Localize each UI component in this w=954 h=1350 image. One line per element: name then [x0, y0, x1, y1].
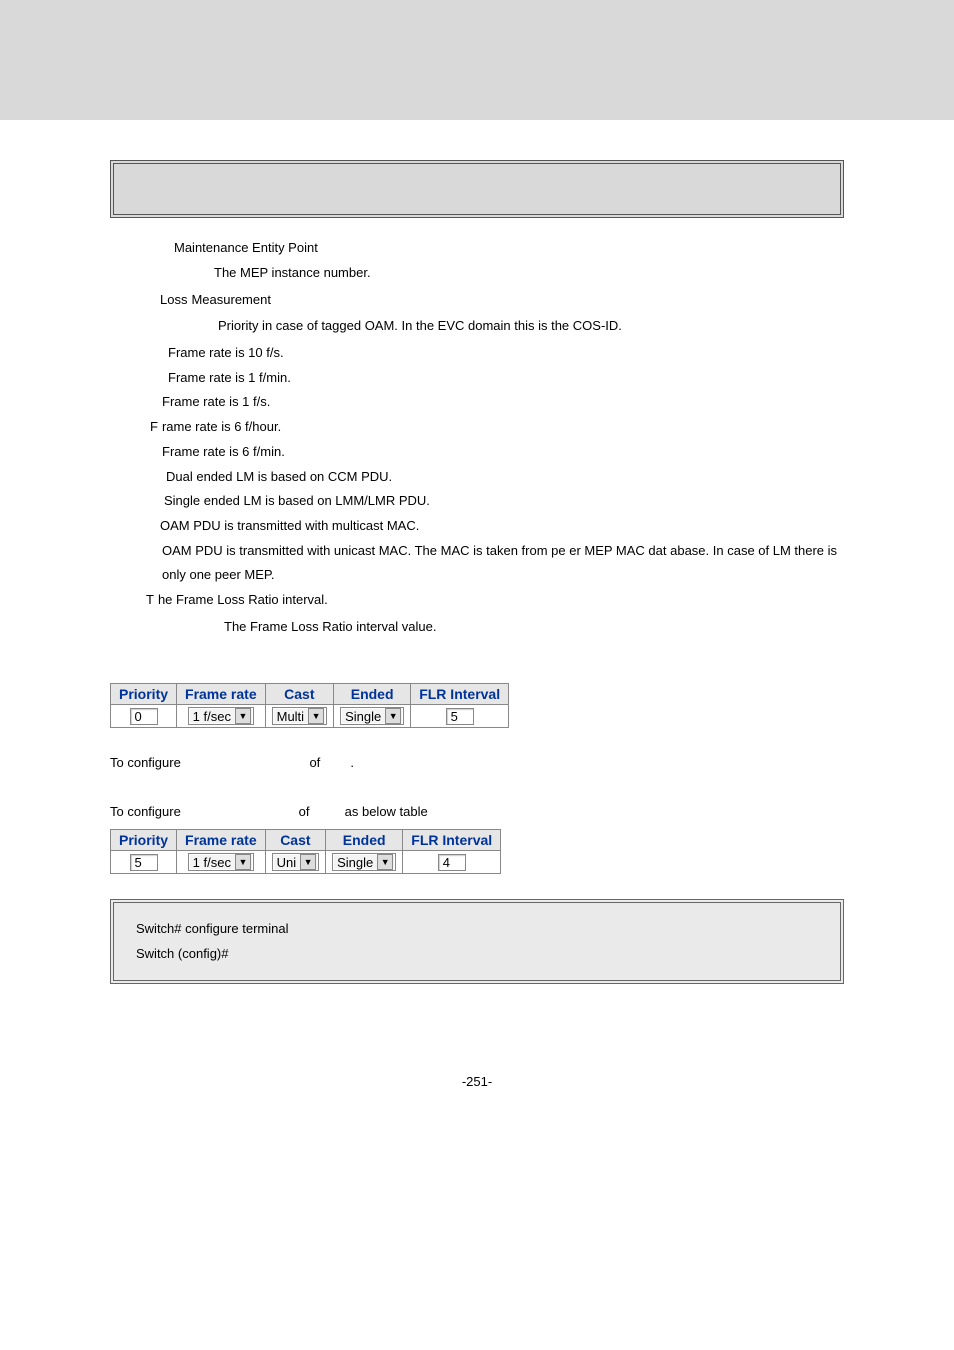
- def-desc: Frame rate is 1 f/min.: [168, 366, 291, 391]
- def-term: fr1s: [110, 390, 162, 415]
- priority-input[interactable]: 0: [130, 708, 158, 725]
- page-number: -251-: [110, 1074, 844, 1089]
- caption-2: To configure Loss Measurement of MEP as …: [110, 802, 844, 823]
- definitions-block: MEP Maintenance Entity Point inst The ME…: [110, 238, 844, 637]
- def-fr10s: fr10s Frame rate is 10 f/s.: [110, 341, 844, 366]
- def-desc: Single ended LM is based on LMM/LMR PDU.: [164, 489, 430, 514]
- th-cast: Cast: [265, 830, 326, 851]
- th-ended: Ended: [334, 684, 411, 705]
- cast-select[interactable]: Multi▼: [272, 707, 327, 725]
- def-desc: OAM PDU is transmitted with unicast MAC.…: [162, 539, 844, 588]
- page-header-band: [0, 0, 954, 120]
- th-ended: Ended: [326, 830, 403, 851]
- def-desc-part: T: [146, 588, 154, 613]
- dropdown-arrow-icon: ▼: [235, 854, 251, 870]
- lm-defaults-table: Priority Frame rate Cast Ended FLR Inter…: [110, 683, 509, 728]
- def-term: fr6m: [110, 440, 162, 465]
- table-header-row: Priority Frame rate Cast Ended FLR Inter…: [111, 684, 509, 705]
- cli-box: Switch# configure terminal Switch (confi…: [110, 899, 844, 984]
- def-mep: MEP Maintenance Entity Point: [110, 238, 844, 259]
- def-inst: inst The MEP instance number.: [150, 263, 844, 284]
- title-box: [110, 160, 844, 218]
- def-term: lm: [110, 288, 160, 313]
- page-content: MEP Maintenance Entity Point inst The ME…: [0, 120, 954, 1119]
- def-term: prio: [154, 316, 218, 337]
- flr-input[interactable]: 4: [438, 854, 466, 871]
- dropdown-arrow-icon: ▼: [385, 708, 401, 724]
- def-term: fr10s: [110, 341, 168, 366]
- table-row: 0 1 f/sec▼ Multi▼ Single▼ 5: [111, 705, 509, 728]
- def-desc: Priority in case of tagged OAM. In the E…: [218, 316, 622, 337]
- def-desc: Frame rate is 1 f/s.: [162, 390, 270, 415]
- table-row: 5 1 f/sec▼ Uni▼ Single▼ 4: [111, 851, 501, 874]
- def-lm: lm Loss Measurement: [110, 288, 844, 313]
- def-term: MEP: [110, 238, 174, 259]
- def-desc-part: F: [150, 415, 158, 440]
- def-desc-part: Measurement: [191, 288, 270, 313]
- def-interval: interval The Frame Loss Ratio interval v…: [150, 617, 844, 638]
- def-flr: flr T he Frame Loss Ratio interval.: [110, 588, 844, 613]
- def-fr1s: fr1s Frame rate is 1 f/s.: [110, 390, 844, 415]
- dropdown-arrow-icon: ▼: [377, 854, 393, 870]
- th-priority: Priority: [111, 830, 177, 851]
- def-term: dual: [110, 465, 166, 490]
- def-desc-part: he Frame Loss Ratio interval.: [158, 588, 328, 613]
- th-framerate: Frame rate: [177, 684, 266, 705]
- framerate-select[interactable]: 1 f/sec▼: [188, 853, 254, 871]
- def-term: interval: [150, 617, 224, 638]
- th-flr: FLR Interval: [411, 684, 509, 705]
- def-term: uni: [110, 539, 162, 564]
- lm-config-table: Priority Frame rate Cast Ended FLR Inter…: [110, 829, 501, 874]
- dropdown-arrow-icon: ▼: [300, 854, 316, 870]
- def-term: multi: [110, 514, 160, 539]
- cli-line: Switch (config)# mep 1 lm 5 fr1s single …: [136, 942, 818, 967]
- def-desc: Dual ended LM is based on CCM PDU.: [166, 465, 392, 490]
- def-term: flr: [110, 588, 146, 613]
- def-desc-part: Loss: [160, 288, 187, 313]
- def-desc: Maintenance Entity Point: [174, 238, 318, 259]
- def-fr6h: fr6h F rame rate is 6 f/hour.: [110, 415, 844, 440]
- caption-1: To configure Performance Monitor of MEP.: [110, 753, 844, 774]
- def-desc: OAM PDU is transmitted with multicast MA…: [160, 514, 419, 539]
- def-term: fr6h: [110, 415, 150, 440]
- ended-select[interactable]: Single▼: [340, 707, 404, 725]
- def-term: fr1m: [110, 366, 168, 391]
- def-desc: Frame rate is 10 f/s.: [168, 341, 284, 366]
- def-term: inst: [150, 263, 214, 284]
- def-single: single Single ended LM is based on LMM/L…: [110, 489, 844, 514]
- def-desc: The Frame Loss Ratio interval value.: [224, 617, 436, 638]
- priority-input[interactable]: 5: [130, 854, 158, 871]
- th-framerate: Frame rate: [177, 830, 266, 851]
- def-term: single: [110, 489, 164, 514]
- th-cast: Cast: [265, 684, 333, 705]
- cli-line: Switch# configure terminal: [136, 917, 818, 942]
- th-flr: FLR Interval: [403, 830, 501, 851]
- def-multi: multi OAM PDU is transmitted with multic…: [110, 514, 844, 539]
- def-desc: The MEP instance number.: [214, 263, 371, 284]
- def-fr6m: fr6m Frame rate is 6 f/min.: [110, 440, 844, 465]
- dropdown-arrow-icon: ▼: [235, 708, 251, 724]
- framerate-select[interactable]: 1 f/sec▼: [188, 707, 254, 725]
- def-dual: dual Dual ended LM is based on CCM PDU.: [110, 465, 844, 490]
- def-desc: Frame rate is 6 f/min.: [162, 440, 285, 465]
- def-fr1m: fr1m Frame rate is 1 f/min.: [110, 366, 844, 391]
- cast-select[interactable]: Uni▼: [272, 853, 320, 871]
- table-header-row: Priority Frame rate Cast Ended FLR Inter…: [111, 830, 501, 851]
- flr-input[interactable]: 5: [446, 708, 474, 725]
- def-desc-part: rame rate is 6 f/hour.: [162, 415, 281, 440]
- def-uni: uni OAM PDU is transmitted with unicast …: [110, 539, 844, 588]
- th-priority: Priority: [111, 684, 177, 705]
- ended-select[interactable]: Single▼: [332, 853, 396, 871]
- dropdown-arrow-icon: ▼: [308, 708, 324, 724]
- def-prio: prio Priority in case of tagged OAM. In …: [154, 316, 844, 337]
